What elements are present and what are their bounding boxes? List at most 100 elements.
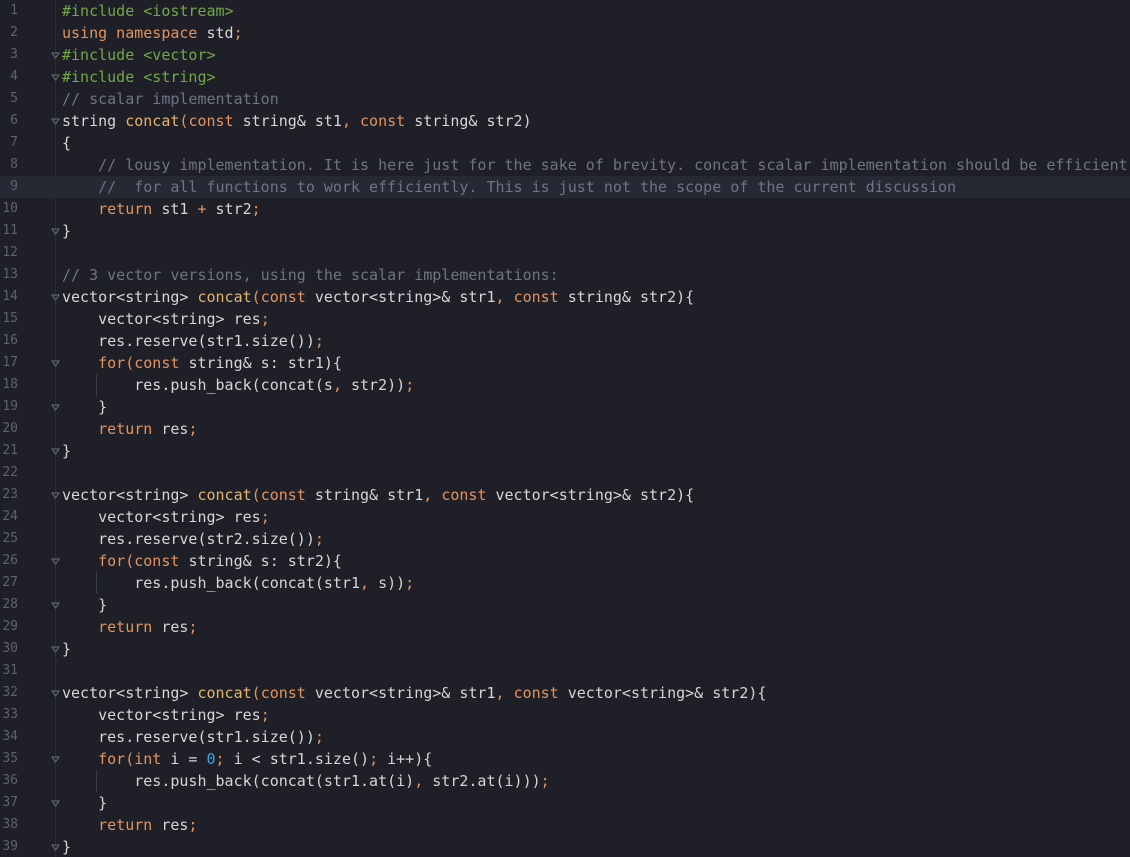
code-token: string& s: str2){: [188, 552, 342, 570]
code-line[interactable]: 8 // lousy implementation. It is here ju…: [0, 154, 1130, 176]
code-line[interactable]: 38 return res;: [0, 814, 1130, 836]
line-number: 28: [2, 597, 18, 612]
fold-marker-icon[interactable]: [51, 51, 60, 60]
code-token: }: [62, 794, 108, 812]
code-line[interactable]: 36 res.push_back(concat(str1.at(i), str2…: [0, 770, 1130, 792]
code-text: res.push_back(concat(s, str2));: [62, 374, 414, 396]
code-line[interactable]: 5 // scalar implementation: [0, 88, 1130, 110]
code-text: for(int i = 0; i < str1.size(); i++){: [62, 748, 432, 770]
code-token: string& s: str1){: [188, 354, 342, 372]
code-line[interactable]: 32 vector<string> concat(const vector<str…: [0, 682, 1130, 704]
code-line[interactable]: 21}: [0, 440, 1130, 462]
code-token: concat: [197, 288, 252, 306]
code-token: return: [98, 618, 162, 636]
code-line[interactable]: 7{: [0, 132, 1130, 154]
code-token: concat: [197, 684, 252, 702]
code-line[interactable]: 19 }: [0, 396, 1130, 418]
code-line[interactable]: 23 vector<string> concat(const string& st…: [0, 484, 1130, 506]
code-line[interactable]: 39}: [0, 836, 1130, 857]
code-line[interactable]: 11}: [0, 220, 1130, 242]
code-line[interactable]: 20 return res;: [0, 418, 1130, 440]
code-token: #include <vector>: [62, 46, 216, 64]
code-line[interactable]: 34 res.reserve(str1.size());: [0, 726, 1130, 748]
fold-marker-icon[interactable]: [51, 843, 60, 852]
code-text: }: [62, 220, 71, 242]
code-line[interactable]: 3 #include <vector>: [0, 44, 1130, 66]
code-token: str2: [215, 200, 252, 218]
code-line[interactable]: 4 #include <string>: [0, 66, 1130, 88]
code-line[interactable]: 22: [0, 462, 1130, 484]
fold-marker-icon[interactable]: [51, 799, 60, 808]
line-number: 37: [2, 795, 18, 810]
code-line[interactable]: 1 #include <iostream>: [0, 0, 1130, 22]
code-text: {: [62, 132, 71, 154]
line-number: 8: [10, 157, 18, 172]
code-token: }: [62, 596, 108, 614]
code-line[interactable]: 25 res.reserve(str2.size());: [0, 528, 1130, 550]
fold-marker-icon[interactable]: [51, 447, 60, 456]
code-line[interactable]: 10 return st1 + str2;: [0, 198, 1130, 220]
code-token: concat: [197, 486, 252, 504]
code-line[interactable]: 24 vector<string> res;: [0, 506, 1130, 528]
code-text: vector<string> concat(const string& str1…: [62, 484, 694, 506]
code-line[interactable]: 30}: [0, 638, 1130, 660]
code-line[interactable]: 16 res.reserve(str1.size());: [0, 330, 1130, 352]
code-token: res.push_back(concat(s: [62, 376, 333, 394]
code-line[interactable]: 12: [0, 242, 1130, 264]
fold-marker-icon[interactable]: [51, 755, 60, 764]
code-line[interactable]: 31: [0, 660, 1130, 682]
code-line[interactable]: 18 res.push_back(concat(s, str2));: [0, 374, 1130, 396]
code-line[interactable]: 15 vector<string> res;: [0, 308, 1130, 330]
line-number: 15: [2, 311, 18, 326]
code-token: st1: [161, 200, 198, 218]
line-number: 12: [2, 245, 18, 260]
code-editor[interactable]: 1 #include <iostream> 2 using namespace std…: [0, 0, 1130, 857]
fold-marker-icon[interactable]: [51, 403, 60, 412]
code-token: vector<string>& str2){: [495, 486, 695, 504]
fold-marker-icon[interactable]: [51, 227, 60, 236]
code-line[interactable]: 13 // 3 vector versions, using the scalar…: [0, 264, 1130, 286]
code-token: (: [125, 354, 135, 372]
code-token: (: [125, 750, 135, 768]
fold-marker-icon[interactable]: [51, 491, 60, 500]
code-token: vector<string> res: [62, 310, 261, 328]
code-line[interactable]: 6 string concat(const string& st1, const …: [0, 110, 1130, 132]
code-token: string: [62, 112, 126, 130]
code-line[interactable]: 14 vector<string> concat(const vector<str…: [0, 286, 1130, 308]
fold-marker-icon[interactable]: [51, 117, 60, 126]
code-token: string& str2): [414, 112, 532, 130]
code-line[interactable]: 9 // for all functions to work efficient…: [0, 176, 1130, 198]
code-line[interactable]: 29 return res;: [0, 616, 1130, 638]
code-token: vector<string>: [62, 486, 198, 504]
code-token: vector<string>& str1: [314, 288, 496, 306]
code-text: }: [62, 396, 107, 418]
fold-marker-icon[interactable]: [51, 645, 60, 654]
code-token: i++){: [387, 750, 433, 768]
fold-marker-icon[interactable]: [51, 73, 60, 82]
code-token: const: [134, 552, 189, 570]
code-token: i < str1.size(): [233, 750, 370, 768]
code-line[interactable]: 35 for(int i = 0; i < str1.size(); i++){: [0, 748, 1130, 770]
fold-marker-icon[interactable]: [51, 689, 60, 698]
code-line[interactable]: 17 for(const string& s: str1){: [0, 352, 1130, 374]
code-line[interactable]: 26 for(const string& s: str2){: [0, 550, 1130, 572]
fold-marker-icon[interactable]: [51, 557, 60, 566]
code-line[interactable]: 27 res.push_back(concat(str1, s));: [0, 572, 1130, 594]
code-text: }: [62, 594, 107, 616]
fold-marker-icon[interactable]: [51, 601, 60, 610]
code-line[interactable]: 2 using namespace std;: [0, 22, 1130, 44]
code-text: for(const string& s: str2){: [62, 550, 342, 572]
code-token: res.reserve(str1.size()): [62, 728, 315, 746]
code-line[interactable]: 37 }: [0, 792, 1130, 814]
code-token: ,: [360, 574, 379, 592]
line-number: 24: [2, 509, 18, 524]
code-line[interactable]: 28 }: [0, 594, 1130, 616]
code-line[interactable]: 33 vector<string> res;: [0, 704, 1130, 726]
line-number: 29: [2, 619, 18, 634]
fold-marker-icon[interactable]: [51, 293, 60, 302]
code-token: }: [62, 640, 72, 658]
fold-marker-icon[interactable]: [51, 359, 60, 368]
